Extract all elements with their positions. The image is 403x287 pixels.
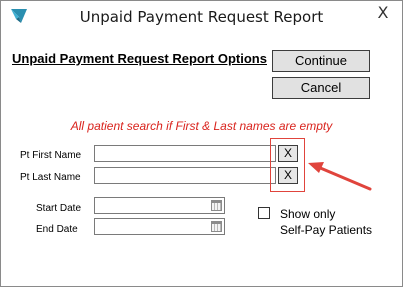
title-bar[interactable]: Unpaid Payment Request Report X <box>1 1 402 33</box>
self-pay-checkbox[interactable] <box>258 207 270 219</box>
close-icon[interactable]: X <box>373 4 393 24</box>
report-window: Unpaid Payment Request Report X Unpaid P… <box>0 0 403 287</box>
self-pay-label-line1: Show only <box>280 207 336 221</box>
annotation-arrow <box>308 162 372 191</box>
end-date-label: End Date <box>36 224 78 235</box>
search-hint: All patient search if First & Last names… <box>70 119 333 133</box>
start-date-label: Start Date <box>36 203 82 214</box>
calendar-icon[interactable] <box>211 200 222 211</box>
first-name-field[interactable] <box>94 145 276 162</box>
first-name-label: Pt First Name <box>20 150 82 161</box>
calendar-icon[interactable] <box>211 221 222 232</box>
continue-button[interactable]: Continue <box>272 50 370 72</box>
window-title: Unpaid Payment Request Report <box>79 8 324 26</box>
cancel-button[interactable]: Cancel <box>272 77 370 99</box>
end-date-field[interactable] <box>94 218 225 235</box>
self-pay-label[interactable]: Show only Self-Pay Patients <box>280 206 372 238</box>
options-heading: Unpaid Payment Request Report Options <box>12 51 267 66</box>
self-pay-label-line2: Self-Pay Patients <box>280 223 373 237</box>
annotation-highlight-box <box>270 138 305 192</box>
last-name-label: Pt Last Name <box>20 172 81 183</box>
start-date-field[interactable] <box>94 197 225 214</box>
last-name-field[interactable] <box>94 167 276 184</box>
